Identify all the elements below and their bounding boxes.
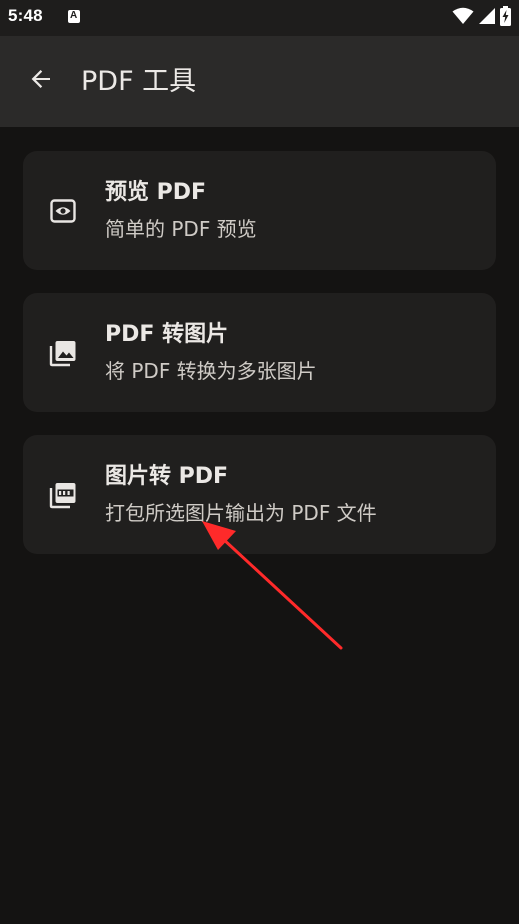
wifi-icon xyxy=(452,7,474,29)
tool-card-images-to-pdf[interactable]: 图片转 PDF 打包所选图片输出为 PDF 文件 xyxy=(23,435,496,554)
arrow-back-icon xyxy=(29,67,53,95)
status-time: 5:48 xyxy=(8,6,43,25)
battery-charging-icon xyxy=(500,6,511,30)
tool-subtitle: 简单的 PDF 预览 xyxy=(105,217,257,241)
page-title: PDF 工具 xyxy=(81,66,197,97)
tool-card-pdf-to-images[interactable]: PDF 转图片 将 PDF 转换为多张图片 xyxy=(23,293,496,412)
back-button[interactable] xyxy=(20,60,62,102)
tool-subtitle: 将 PDF 转换为多张图片 xyxy=(105,359,317,383)
pdf-stack-icon xyxy=(47,479,79,511)
tool-title: 预览 PDF xyxy=(105,180,207,205)
signal-icon xyxy=(478,7,496,29)
tool-title: 图片转 PDF xyxy=(105,464,229,489)
tool-card-preview-pdf[interactable]: 预览 PDF 简单的 PDF 预览 xyxy=(23,151,496,270)
tool-title: PDF 转图片 xyxy=(105,322,229,347)
notification-a-icon xyxy=(68,10,80,23)
tool-subtitle: 打包所选图片输出为 PDF 文件 xyxy=(105,501,377,525)
eye-preview-icon xyxy=(47,195,79,227)
status-icons xyxy=(452,6,511,30)
image-stack-icon xyxy=(47,337,79,369)
app-bar: PDF 工具 xyxy=(0,36,519,127)
status-bar: 5:48 xyxy=(0,0,519,36)
